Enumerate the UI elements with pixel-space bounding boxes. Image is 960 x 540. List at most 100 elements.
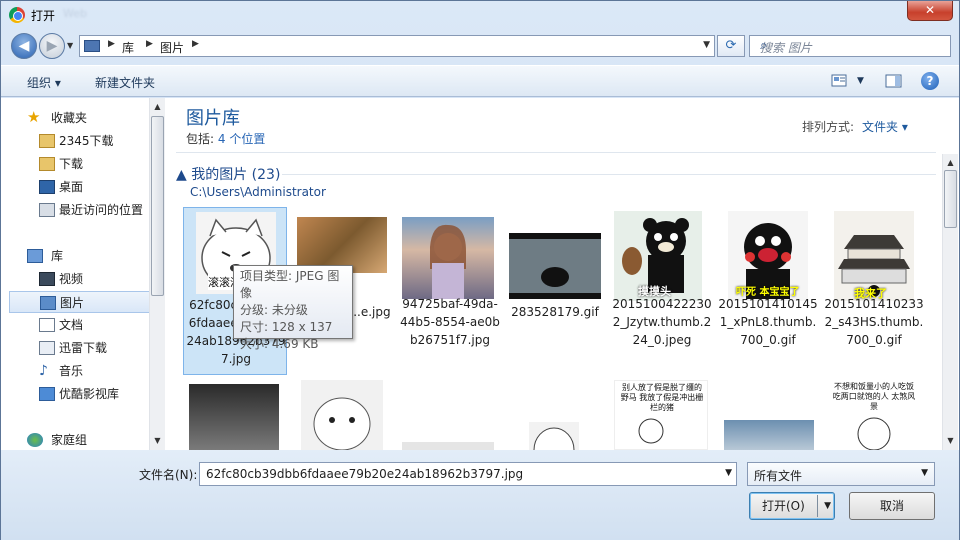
sidebar-item-2345downloads[interactable]: 2345下载 — [9, 130, 151, 152]
sidebar-item-libraries[interactable]: 库 — [9, 245, 151, 267]
filename-input[interactable]: 62fc80cb39dbb6fdaaee79b20e24ab18962b3797… — [199, 462, 737, 486]
sidebar-item-youku[interactable]: 优酷影视库 — [9, 383, 151, 405]
group-divider — [282, 174, 936, 175]
chrome-icon — [9, 7, 25, 23]
navigation-pane: ★ 收藏夹 2345下载 下载 桌面 最近访问的位置 库 视频 图片 文档 迅雷… — [1, 98, 165, 450]
file-type-value: 所有文件 — [754, 469, 803, 483]
sidebar-item-favorites[interactable]: ★ 收藏夹 — [9, 107, 151, 129]
cancel-button[interactable]: 取消 — [849, 492, 935, 520]
view-options-icon[interactable] — [831, 73, 849, 89]
help-button[interactable]: ? — [921, 72, 939, 90]
library-title: 图片库 — [186, 108, 240, 129]
organize-menu[interactable]: 组织 ▾ — [27, 74, 61, 91]
picture-icon — [40, 296, 56, 310]
navigation-scrollbar[interactable]: ▲ ▼ — [149, 98, 165, 450]
view-dropdown-icon[interactable]: ▼ — [857, 76, 864, 86]
chevron-right-icon[interactable]: ▶ — [146, 39, 153, 49]
chevron-down-icon[interactable]: ▼ — [921, 468, 928, 478]
scroll-down-icon[interactable]: ▼ — [150, 434, 165, 448]
file-name: 94725baf-49da-44b5-8554-ae0bb26751f7.jpg — [400, 297, 500, 347]
group-header[interactable]: ▲ 我的图片 (23) — [176, 164, 280, 184]
recent-icon — [39, 203, 55, 217]
chevron-right-icon[interactable]: ▶ — [108, 39, 115, 49]
file-tile[interactable] — [183, 380, 287, 450]
refresh-button[interactable]: ⟳ — [717, 35, 745, 57]
file-name: 20151014102332_s43HS.thumb.700_0.gif — [824, 297, 924, 347]
back-button[interactable]: ◀ — [11, 33, 37, 59]
file-tile[interactable] — [503, 380, 607, 450]
file-tile[interactable] — [398, 380, 502, 450]
desktop-icon — [39, 180, 55, 194]
file-thumbnail — [529, 422, 579, 450]
chevron-down-icon[interactable]: ▼ — [824, 493, 831, 519]
scroll-up-icon[interactable]: ▲ — [150, 100, 165, 114]
file-tile[interactable]: 283528179.gif — [503, 207, 607, 375]
locations-link[interactable]: 4 个位置 — [218, 132, 265, 146]
file-tile[interactable]: 摸摸头 20151004222302_Jzytw.thumb.224_0.jpe… — [610, 207, 714, 375]
recent-pages-dropdown[interactable]: ▼ — [67, 41, 73, 50]
video-icon — [39, 272, 55, 286]
scroll-down-icon[interactable]: ▼ — [943, 434, 958, 448]
forward-button[interactable]: ▶ — [39, 33, 65, 59]
search-icon[interactable]: ⌕ — [760, 38, 944, 53]
navigation-bar: ◀ ▶ ▼ ▶ 库 ▶ 图片 ▶ ▼ ⟳ 搜索 图片 ⌕ — [1, 29, 959, 65]
music-icon: ♪ — [39, 363, 48, 379]
tooltip-rating: 分级: 未分级 — [240, 303, 308, 317]
window-title: 打开 — [31, 9, 56, 23]
file-tile[interactable] — [291, 380, 395, 450]
file-tile[interactable]: 我来了 20151014102332_s43HS.thumb.700_0.gif — [822, 207, 926, 375]
file-tile[interactable]: 别人放了假是脱了缰的野马 我放了假是冲出栅栏的猪 — [610, 380, 714, 450]
arrange-by-dropdown[interactable]: 文件夹 ▾ — [862, 120, 908, 134]
group-path: C:\Users\Administrator — [190, 185, 326, 199]
folder-icon — [39, 157, 55, 171]
library-icon — [84, 40, 100, 52]
file-type-select[interactable]: 所有文件 ▼ — [747, 462, 935, 486]
sidebar-item-pictures[interactable]: 图片 — [9, 291, 151, 313]
sidebar-item-documents[interactable]: 文档 — [9, 314, 151, 336]
breadcrumb-library[interactable]: 库 — [122, 39, 134, 56]
file-thumbnail: 不想和饭量小的人吃饭 吃两口就饱的人 太煞风景 — [828, 380, 920, 450]
new-folder-button[interactable]: 新建文件夹 — [95, 74, 155, 91]
open-file-dialog: 打开 Web ✕ ◀ ▶ ▼ ▶ 库 ▶ 图片 ▶ ▼ ⟳ 搜索 图片 ⌕ 组织… — [0, 0, 960, 540]
file-thumbnail — [301, 380, 383, 450]
sidebar-item-videos[interactable]: 视频 — [9, 268, 151, 290]
file-tile[interactable]: 不想和饭量小的人吃饭 吃两口就饱的人 太煞风景 — [822, 380, 926, 450]
close-button[interactable]: ✕ — [907, 1, 953, 21]
document-icon — [39, 318, 55, 332]
sidebar-item-downloads[interactable]: 下载 — [9, 153, 151, 175]
window-title-blur: Web — [63, 7, 87, 20]
file-name: 283528179.gif — [511, 305, 599, 319]
file-tile[interactable]: 94725baf-49da-44b5-8554-ae0bb26751f7.jpg — [398, 207, 502, 375]
file-tile[interactable] — [716, 380, 820, 450]
breadcrumb-pictures[interactable]: 图片 — [160, 39, 184, 56]
file-info-tooltip: 项目类型: JPEG 图像 分级: 未分级 尺寸: 128 x 137 大小: … — [233, 265, 353, 351]
preview-pane-icon[interactable] — [885, 73, 903, 89]
sidebar-item-desktop[interactable]: 桌面 — [9, 176, 151, 198]
library-icon — [27, 249, 43, 263]
homegroup-icon — [27, 433, 43, 447]
file-thumbnail — [402, 442, 494, 450]
file-thumbnail — [724, 420, 814, 450]
scroll-up-icon[interactable]: ▲ — [943, 156, 958, 170]
chevron-right-icon[interactable]: ▶ — [192, 39, 199, 49]
dialog-footer: 文件名(N): 62fc80cb39dbb6fdaaee79b20e24ab18… — [1, 450, 959, 540]
file-thumbnail — [189, 384, 279, 450]
sidebar-item-music[interactable]: ♪ 音乐 — [9, 360, 151, 382]
title-bar[interactable]: 打开 Web ✕ — [1, 1, 959, 29]
sidebar-item-homegroup[interactable]: 家庭组 — [9, 429, 151, 451]
scrollbar-thumb[interactable] — [944, 170, 957, 228]
file-list-scrollbar[interactable]: ▲ ▼ — [942, 154, 958, 450]
download-icon — [39, 341, 55, 355]
sidebar-item-recent[interactable]: 最近访问的位置 — [9, 199, 151, 221]
file-tile[interactable]: 吓死 本宝宝了 20151014101451_xPnL8.thumb.700_0… — [716, 207, 820, 375]
search-input[interactable]: 搜索 图片 ⌕ — [749, 35, 951, 57]
tooltip-type: 项目类型: JPEG 图像 — [240, 269, 340, 300]
chevron-down-icon[interactable]: ▼ — [725, 468, 732, 478]
address-bar[interactable]: ▶ 库 ▶ 图片 ▶ ▼ — [79, 35, 715, 57]
scrollbar-thumb[interactable] — [151, 116, 164, 296]
chevron-down-icon[interactable]: ▼ — [703, 40, 710, 50]
tooltip-filesize: 大小: 4.69 KB — [240, 337, 319, 351]
arrange-by: 排列方式: 文件夹 ▾ — [802, 120, 908, 134]
sidebar-item-thunder-downloads[interactable]: 迅雷下载 — [9, 337, 151, 359]
open-button[interactable]: 打开(O) ▼ — [749, 492, 835, 520]
